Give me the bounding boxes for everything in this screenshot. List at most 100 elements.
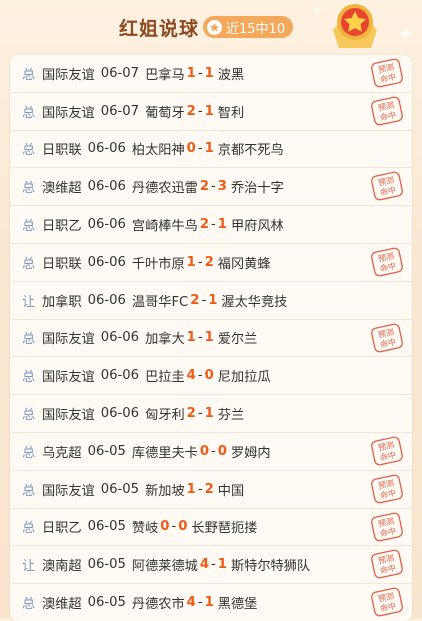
league-name: 日职联 [42, 143, 82, 159]
score-separator: - [197, 254, 203, 270]
header: 红姐说球 近15中10 ✦ ✦ [0, 0, 422, 52]
away-score: 0 [178, 519, 188, 535]
bet-type-tag: 总 [22, 597, 36, 613]
home-team: 新加坡 [145, 483, 185, 499]
league-name: 国际友谊 [42, 332, 95, 348]
away-team: 黑德堡 [217, 597, 258, 613]
league-name: 澳南超 [42, 559, 82, 575]
sparkle-icon: ✦ [398, 24, 414, 45]
hit-stamp: 预测命中 [371, 549, 403, 579]
match-date: 06-06 [100, 330, 140, 346]
score-separator: - [211, 179, 216, 195]
list-item[interactable]: 总国际友谊 06-07 巴拿马 1-1 波黑 预测 命中 [10, 55, 412, 93]
hit-stamp: 预测命中 [371, 436, 403, 466]
league-name: 日职乙 [42, 219, 82, 235]
away-team: 中国 [217, 483, 245, 499]
away-team: 斯特尔特狮队 [230, 559, 311, 575]
bet-type-tag: 总 [22, 408, 36, 424]
league-name: 国际友谊 [42, 408, 95, 424]
home-score: 0 [199, 443, 210, 459]
away-score: 3 [217, 179, 227, 195]
match-date: 06-06 [87, 254, 126, 270]
list-item[interactable]: 总日职联 06-06 千叶市原 1-2 福冈黄蜂 预测 命中 [10, 244, 412, 282]
home-team: 匈牙利 [145, 408, 185, 424]
home-team: 巴拉圭 [145, 370, 185, 386]
away-score: 1 [204, 406, 214, 422]
record-text: 近15中10 [226, 21, 286, 37]
bet-type-tag: 总 [22, 483, 36, 499]
list-item[interactable]: 总国际友谊 06-06 巴拉圭 4-0 尼加拉瓜 [10, 357, 412, 396]
score-separator: - [211, 217, 216, 233]
list-item[interactable]: 总澳维超 06-06 丹德农迅雷 2-3 乔治十字 预测 命中 [10, 168, 412, 207]
bet-type-tag: 总 [22, 370, 36, 386]
list-item[interactable]: 让澳南超 06-05 阿德莱德城 4-1 斯特尔特狮队 预测 命中 [10, 546, 412, 585]
away-score: 1 [204, 103, 214, 119]
home-score: 1 [186, 254, 196, 270]
league-name: 国际友谊 [42, 105, 95, 121]
match-date: 06-05 [100, 481, 140, 497]
away-score: 0 [217, 443, 227, 459]
list-item[interactable]: 总澳维超 06-05 丹德农市 4-1 黑德堡 预测 命中 [10, 584, 412, 621]
match-date: 06-06 [100, 368, 140, 384]
home-team: 巴拿马 [145, 67, 185, 83]
list-item[interactable]: 总日职乙 06-05 赞岐 0-0 长野琶扼搂 预测 命中 [10, 509, 412, 547]
list-item[interactable]: 让加拿职 06-06 温哥华FC 2-1 渥太华竞技 [10, 282, 412, 320]
home-team: 千叶市原 [131, 256, 185, 272]
league-name: 加拿职 [42, 294, 82, 310]
match-date: 06-07 [100, 65, 140, 81]
league-name: 乌克超 [42, 445, 82, 461]
league-name: 澳维超 [42, 181, 82, 197]
home-team: 阿德莱德城 [131, 559, 198, 575]
bet-type-tag: 总 [22, 256, 36, 272]
list-item[interactable]: 总乌克超 06-05 库德里夫卡 0-0 罗姆内 预测 命中 [10, 433, 412, 471]
league-name: 国际友谊 [42, 370, 95, 386]
away-score: 1 [204, 141, 214, 157]
bet-type-tag: 总 [22, 105, 36, 121]
score-separator: - [211, 443, 216, 459]
match-date: 06-06 [100, 406, 140, 422]
away-team: 芬兰 [217, 408, 245, 424]
home-score: 2 [186, 103, 196, 119]
list-item[interactable]: 总国际友谊 06-06 加拿大 1-1 爱尔兰 预测 命中 [10, 320, 412, 358]
match-date: 06-05 [87, 519, 126, 535]
home-team: 丹德农市 [131, 597, 185, 613]
match-date: 06-06 [87, 292, 126, 308]
hit-stamp: 预测命中 [371, 587, 403, 617]
hit-stamp: 预测命中 [371, 96, 403, 126]
home-score: 2 [199, 217, 210, 233]
away-score: 1 [208, 292, 218, 308]
home-score: 2 [199, 179, 210, 195]
bet-type-tag: 总 [22, 143, 36, 159]
home-score: 1 [186, 330, 196, 346]
medal-icon [333, 4, 377, 48]
home-score: 2 [186, 406, 196, 422]
score-separator: - [197, 368, 203, 384]
away-team: 甲府风林 [230, 219, 284, 235]
league-name: 日职乙 [42, 521, 82, 537]
list-item[interactable]: 总国际友谊 06-05 新加坡 1-2 中国 预测 命中 [10, 471, 412, 509]
list-item[interactable]: 总国际友谊 06-07 葡萄牙 2-1 智利 预测 命中 [10, 93, 412, 131]
away-team: 福冈黄蜂 [217, 256, 271, 272]
list-item[interactable]: 总日职联 06-06 柏太阳神 0-1 京都不死鸟 [10, 131, 412, 169]
list-item[interactable]: 总日职乙 06-06 宫崎棒牛鸟 2-1 甲府风林 [10, 206, 412, 244]
match-date: 06-06 [87, 179, 126, 195]
score-separator: - [197, 595, 203, 611]
league-name: 国际友谊 [42, 67, 95, 83]
bet-type-tag: 总 [22, 445, 36, 461]
hit-stamp: 预测命中 [371, 172, 403, 201]
home-team: 葡萄牙 [145, 105, 185, 121]
hit-stamp: 预测命中 [371, 474, 403, 504]
match-date: 06-05 [87, 595, 126, 611]
score-separator: - [211, 557, 216, 573]
match-date: 06-05 [87, 557, 126, 573]
away-score: 2 [204, 481, 214, 497]
bet-type-tag: 总 [22, 332, 36, 348]
page-title: 红姐说球 [119, 18, 200, 40]
away-score: 1 [204, 65, 214, 81]
list-item[interactable]: 总国际友谊 06-06 匈牙利 2-1 芬兰 [10, 395, 412, 433]
bet-type-tag: 总 [22, 521, 36, 537]
home-team: 库德里夫卡 [131, 445, 198, 461]
league-name: 国际友谊 [42, 483, 95, 499]
bet-type-tag: 让 [22, 559, 36, 575]
home-team: 温哥华FC [131, 294, 189, 310]
